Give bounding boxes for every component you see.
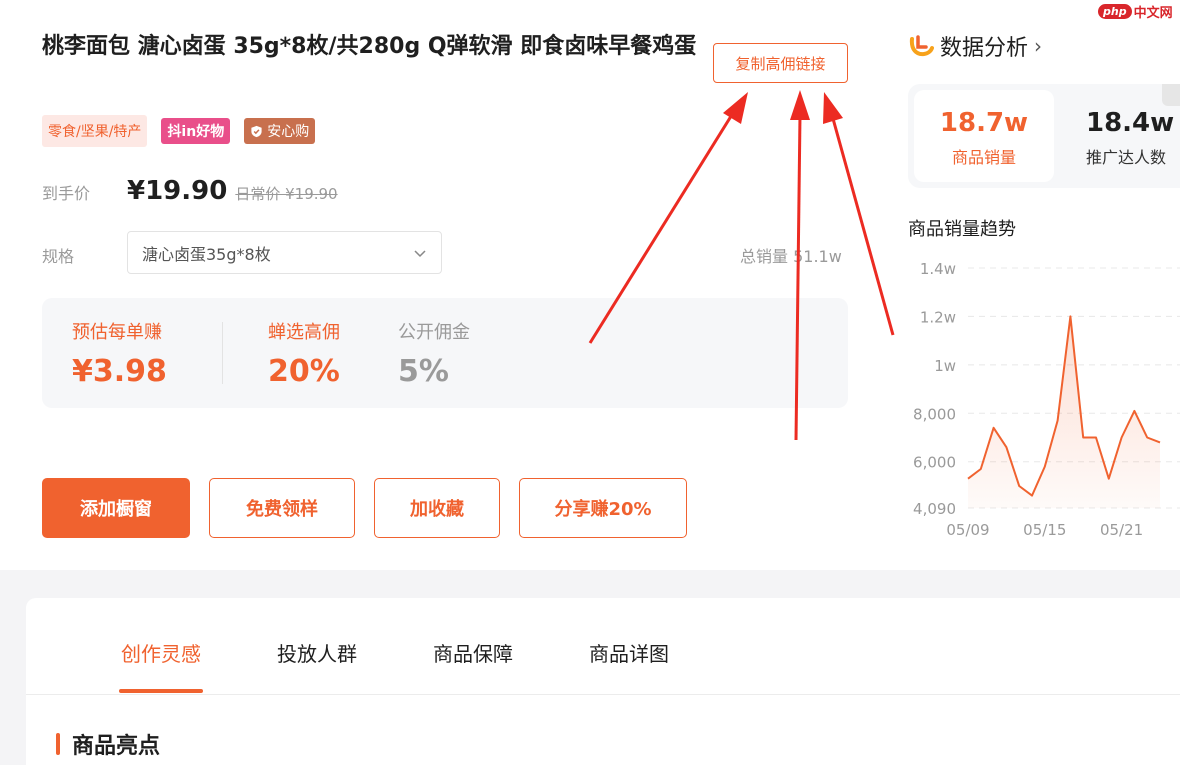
copy-commission-link-button[interactable]: 复制高佣链接 xyxy=(713,43,848,83)
y-tick-label: 1.4w xyxy=(920,260,956,278)
price-label: 到手价 xyxy=(42,184,91,203)
x-tick-label: 05/09 xyxy=(946,521,989,539)
douyin-good-tag: 抖in好物 xyxy=(161,118,231,144)
y-tick-label: 6,000 xyxy=(913,454,956,472)
x-tick-label: 05/15 xyxy=(1023,521,1066,539)
promoters-metric-value: 18.4w xyxy=(1086,108,1175,138)
tab-product-guarantee[interactable]: 商品保障 xyxy=(433,638,513,693)
high-commission-value: 20% xyxy=(268,354,340,389)
add-to-window-button[interactable]: 添加橱窗 xyxy=(42,478,190,538)
site-watermark: php 中文网 xyxy=(1098,0,1180,22)
public-commission-value: 5% xyxy=(398,354,449,389)
product-title: 桃李面包 溏心卤蛋 35g*8枚/共280g Q弹软滑 即食卤味早餐鸡蛋 xyxy=(42,34,697,59)
high-commission-label: 蝉选高佣 xyxy=(268,322,340,343)
spec-label: 规格 xyxy=(42,247,75,266)
y-tick-label: 8,000 xyxy=(913,405,956,423)
sales-metric-value: 18.7w xyxy=(939,108,1029,138)
spec-select[interactable]: 溏心卤蛋35g*8枚 xyxy=(127,231,442,274)
public-commission-label: 公开佣金 xyxy=(398,322,470,343)
sales-metric[interactable]: 18.7w 商品销量 xyxy=(914,90,1054,182)
trend-area xyxy=(968,316,1160,508)
public-commission: 公开佣金 5% xyxy=(398,318,470,389)
tab-product-images[interactable]: 商品详图 xyxy=(589,638,669,693)
high-commission: 蝉选高佣 20% xyxy=(268,318,340,389)
y-tick-label: 1.2w xyxy=(920,308,956,326)
estimated-earnings: 预估每单赚 ¥3.98 xyxy=(72,318,167,389)
tab-target-audience[interactable]: 投放人群 xyxy=(277,638,357,693)
chevron-down-icon xyxy=(414,250,426,258)
free-sample-button[interactable]: 免费领样 xyxy=(209,478,355,538)
original-price: 日常价 ¥19.90 xyxy=(235,185,338,203)
analytics-title: 数据分析 xyxy=(940,36,1029,61)
y-tick-label: 4,090 xyxy=(913,500,956,518)
shield-icon xyxy=(251,125,262,137)
section-title: 商品亮点 xyxy=(72,734,161,759)
price-row: 到手价 ¥19.90 日常价 ¥19.90 xyxy=(42,176,338,206)
secure-purchase-label: 安心购 xyxy=(267,124,310,140)
secure-purchase-tag: 安心购 xyxy=(244,118,316,144)
add-favorite-button[interactable]: 加收藏 xyxy=(374,478,500,538)
tab-divider xyxy=(26,694,1180,695)
detail-card: 创作灵感 投放人群 商品保障 商品详图 商品亮点 xyxy=(26,598,1180,765)
spec-selected-value: 溏心卤蛋35g*8枚 xyxy=(142,244,271,264)
sales-metric-label: 商品销量 xyxy=(951,148,1016,167)
tab-creative-inspiration[interactable]: 创作灵感 xyxy=(119,638,203,693)
product-tags: 零食/坚果/特产 抖in好物 安心购 xyxy=(42,115,316,147)
watermark-text: 中文网 xyxy=(1133,5,1173,21)
y-tick-label: 1w xyxy=(934,357,956,375)
section-accent-bar xyxy=(56,733,60,755)
sales-trend-chart: 1.4w 1.2w 1w 8,000 6,000 4,090 05/09 05/15 05/2… xyxy=(913,260,1180,539)
commission-divider xyxy=(222,322,223,384)
analytics-header[interactable]: 数据分析 › xyxy=(908,30,1042,62)
promoters-metric-label: 推广达人数 xyxy=(1086,148,1167,167)
estimated-earnings-label: 预估每单赚 xyxy=(72,322,162,343)
x-tick-label: 05/21 xyxy=(1100,521,1143,539)
share-earn-button[interactable]: 分享赚20% xyxy=(519,478,687,538)
trend-title: 商品销量趋势 xyxy=(908,219,1016,240)
category-tag[interactable]: 零食/坚果/特产 xyxy=(42,115,148,147)
action-buttons: 添加橱窗 免费领样 加收藏 分享赚20% xyxy=(42,478,687,538)
corner-badge xyxy=(1162,84,1180,106)
product-panel: 桃李面包 溏心卤蛋 35g*8枚/共280g Q弹软滑 即食卤味早餐鸡蛋 复制高… xyxy=(0,0,1180,570)
final-price: ¥19.90 xyxy=(127,176,228,206)
commission-card: 预估每单赚 ¥3.98 蝉选高佣 20% 公开佣金 5% xyxy=(42,298,848,408)
detail-tabs: 创作灵感 投放人群 商品保障 商品详图 xyxy=(119,638,669,693)
analytics-logo-icon xyxy=(909,35,934,57)
estimated-earnings-value: ¥3.98 xyxy=(72,354,167,389)
watermark-php: php xyxy=(1098,3,1132,19)
metrics-card: 18.7w 商品销量 18.4w 推广达人数 xyxy=(908,84,1180,188)
chevron-right-icon: › xyxy=(1034,34,1043,58)
total-sales: 总销量 51.1w xyxy=(740,247,842,266)
